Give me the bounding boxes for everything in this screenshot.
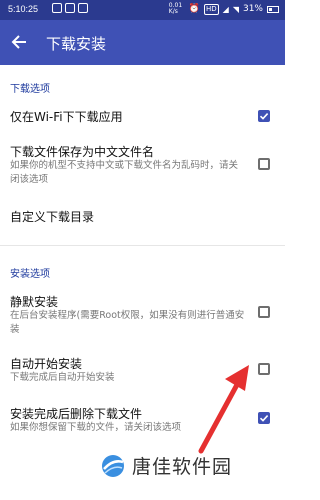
- item-title: 自动开始安装: [10, 357, 83, 371]
- status-notification-icons: [52, 3, 88, 13]
- check-icon: [259, 415, 269, 422]
- image-icon: [78, 3, 88, 13]
- status-time: 5:10:25: [8, 4, 39, 14]
- item-title: 自定义下载目录: [10, 210, 95, 224]
- checkbox-delete-after-install[interactable]: [258, 412, 270, 424]
- watermark-text: 唐佳软件园: [132, 456, 233, 478]
- item-subtitle: 在后台安装程序(需要Root权限，如果没有则进行普通安装: [10, 310, 245, 335]
- item-title: 安装完成后删除下载文件: [10, 407, 143, 421]
- alarm-clock-icon: ⏰: [188, 4, 201, 14]
- signal-label: HD: [204, 3, 219, 15]
- item-title: 静默安装: [10, 295, 59, 309]
- status-bar: 5:10:25 0.01 K/s ⏰ HD ◢ ◥ 31%: [0, 0, 285, 20]
- watermark: 唐佳软件园: [100, 452, 232, 479]
- checkbox-auto-install[interactable]: [258, 363, 270, 375]
- red-arrow-icon: [198, 365, 249, 454]
- signal-icon: ◢: [222, 4, 229, 14]
- checkbox-wifi-only[interactable]: [258, 110, 270, 122]
- battery-percent: 31%: [242, 4, 263, 14]
- battery-icon: [267, 5, 279, 13]
- notification-icon: [52, 3, 62, 13]
- item-title: 仅在Wi-Fi下下载应用: [10, 110, 123, 124]
- divider: [0, 245, 285, 246]
- item-title: 下载文件保存为中文文件名: [10, 145, 155, 159]
- item-subtitle: 如果你的机型不支持中文或下载文件名为乱码时，请关闭该选项: [10, 160, 239, 185]
- page-title: 下载安装: [46, 35, 107, 53]
- checkbox-silent-install[interactable]: [258, 306, 270, 318]
- alarm-icon: [65, 3, 75, 13]
- blue-globe-logo-icon: [102, 454, 124, 477]
- section-header-install: 安装选项: [10, 269, 50, 280]
- status-right: 0.01 K/s ⏰ HD ◢ ◥ 31%: [169, 3, 279, 15]
- app-bar: 下载安装: [0, 20, 285, 65]
- arrow-left-icon[interactable]: [10, 32, 30, 52]
- section-header-download: 下载选项: [10, 84, 50, 95]
- network-speed: 0.01 K/s: [168, 2, 183, 15]
- checkbox-chinese-filename[interactable]: [258, 158, 270, 170]
- wifi-icon: ◥: [232, 4, 239, 14]
- check-icon: [259, 113, 269, 120]
